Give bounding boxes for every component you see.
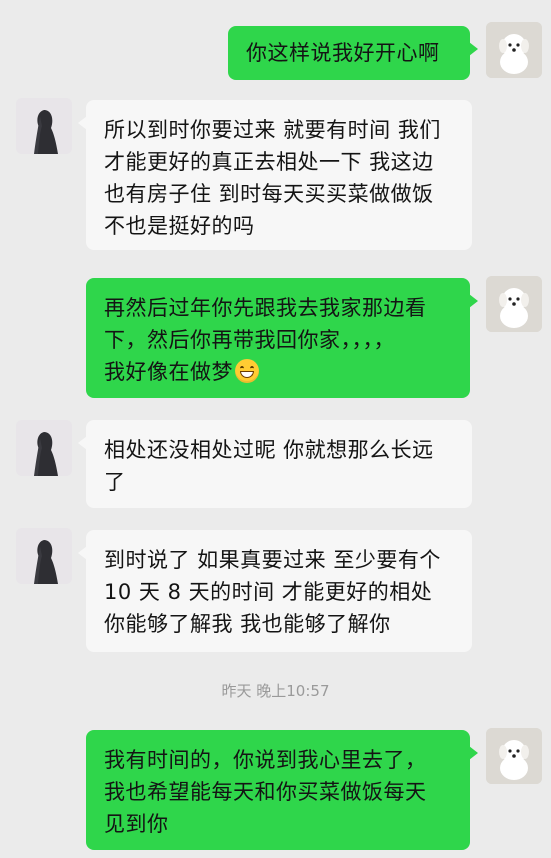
message-bubble-incoming-3[interactable]: 到时说了 如果真要过来 至少要有个 10 天 8 天的时间 才能更好的相处 你能… bbox=[78, 530, 472, 652]
message-line: 10 天 8 天的时间 才能更好的相处 bbox=[104, 580, 433, 604]
self-avatar[interactable] bbox=[486, 276, 542, 332]
contact-avatar[interactable] bbox=[16, 420, 72, 476]
message-bubble-outgoing-2[interactable]: 再然后过年你先跟我去我家那边看 下，然后你再带我回你家，，，， 我好像在做梦 bbox=[86, 278, 478, 398]
girl-silhouette-icon bbox=[16, 420, 72, 476]
message-line: 下，然后你再带我回你家，，，， bbox=[104, 328, 395, 352]
message-bubble-outgoing-1[interactable]: 你这样说我好开心啊 bbox=[228, 26, 478, 80]
girl-silhouette-icon bbox=[16, 528, 72, 584]
white-puppy-icon bbox=[486, 276, 542, 332]
message-bubble-incoming-2[interactable]: 相处还没相处过昵 你就想那么长远 了 bbox=[78, 420, 472, 508]
message-line: 才能更好的真正去相处一下 我这边 bbox=[104, 150, 434, 174]
self-avatar[interactable] bbox=[486, 22, 542, 78]
message-line: 了 bbox=[104, 470, 126, 494]
message-line: 我也希望能每天和你买菜做饭每天 bbox=[104, 780, 427, 804]
girl-silhouette-icon bbox=[16, 98, 72, 154]
message-line: 所以到时你要过来 就要有时间 我们 bbox=[104, 118, 441, 142]
white-puppy-icon bbox=[486, 728, 542, 784]
self-avatar[interactable] bbox=[486, 728, 542, 784]
message-line: 见到你 bbox=[104, 812, 169, 836]
message-timestamp: 昨天 晚上10:57 bbox=[221, 682, 330, 700]
message-line: 也有房子住 到时每天买买菜做做饭 bbox=[104, 182, 434, 206]
grinning-face-icon bbox=[235, 359, 259, 383]
contact-avatar[interactable] bbox=[16, 528, 72, 584]
message-line: 再然后过年你先跟我去我家那边看 bbox=[104, 296, 427, 320]
message-line: 你能够了解我 我也能够了解你 bbox=[104, 612, 391, 636]
message-bubble-outgoing-3[interactable]: 我有时间的，你说到我心里去了， 我也希望能每天和你买菜做饭每天 见到你 bbox=[86, 730, 478, 850]
message-line: 我有时间的，你说到我心里去了， bbox=[104, 748, 427, 772]
message-bubble-incoming-1[interactable]: 所以到时你要过来 就要有时间 我们 才能更好的真正去相处一下 我这边 也有房子住… bbox=[78, 100, 472, 250]
message-line: 到时说了 如果真要过来 至少要有个 bbox=[104, 548, 441, 572]
message-line: 相处还没相处过昵 你就想那么长远 bbox=[104, 438, 434, 462]
chat-conversation: 你这样说我好开心啊 所以到时你要过来 就要有时间 我们 才能更好的真正去相处一下… bbox=[0, 0, 551, 858]
message-line: 不也是挺好的吗 bbox=[104, 214, 255, 238]
message-text: 你这样说我好开心啊 bbox=[246, 41, 440, 65]
contact-avatar[interactable] bbox=[16, 98, 72, 154]
white-puppy-icon bbox=[486, 22, 542, 78]
message-line-with-emoji: 我好像在做梦 bbox=[104, 356, 454, 388]
message-line: 我好像在做梦 bbox=[104, 360, 233, 384]
